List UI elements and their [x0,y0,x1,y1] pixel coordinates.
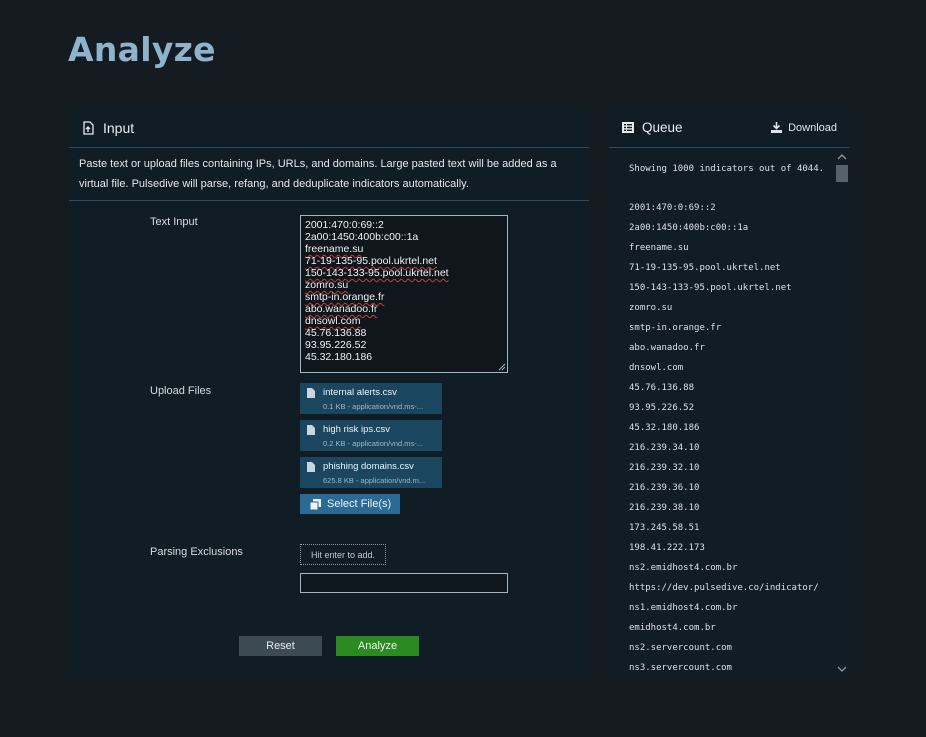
queue-item: 173.245.58.51 [629,523,700,533]
queue-summary: Showing 1000 indicators out of 4044. [629,164,825,174]
file-chip[interactable]: phishing domains.csv 625.8 KB - applicat… [300,457,442,488]
queue-item: 2001:470:0:69::2 [629,203,716,213]
queue-item: 216.239.34.10 [629,443,700,453]
input-description: Paste text or upload files containing IP… [69,148,589,201]
text-input-line: 71-19-135-95.pool.ukrtel.net [305,255,437,267]
queue-item: smtp-in.orange.fr [629,323,722,333]
copy-files-icon [310,498,321,510]
analyze-button[interactable]: Analyze [336,636,419,656]
queue-item: zomro.su [629,303,673,313]
queue-item: 93.95.226.52 [629,403,695,413]
queue-list: Showing 1000 indicators out of 4044. 200… [629,158,829,678]
file-upload-icon [83,120,94,135]
text-input-line: smtp-in.orange.fr [305,291,385,303]
queue-scrollbar[interactable] [834,150,849,676]
queue-item: https://dev.pulsedive.co/indicator/ [629,583,819,593]
queue-panel-header: Queue Download [609,108,849,148]
resize-grip-icon[interactable] [497,362,506,371]
download-button[interactable]: Download [771,122,837,134]
text-input-line: 93.95.226.52 [305,339,367,351]
file-name: internal alerts.csv [323,387,397,398]
text-input-line: freename.su [305,243,364,255]
file-meta: 625.8 KB - application/vnd.m... [323,476,426,485]
input-panel-header: Input [69,108,589,148]
queue-item: ns1.emidhost4.com.br [629,603,738,613]
select-files-label: Select File(s) [327,498,392,510]
queue-item: 216.239.38.10 [629,503,700,513]
file-icon [307,462,315,472]
text-input-line: dnsowl.com [305,315,361,327]
queue-item: emidhost4.com.br [629,623,716,633]
text-input-line: 2001:470:0:69::2 [305,219,384,231]
queue-item: 45.76.136.88 [629,383,695,393]
queue-item: freename.su [629,243,689,253]
exclusion-input[interactable] [300,573,508,593]
file-name: phishing domains.csv [323,461,414,472]
exclusion-tag-hint[interactable]: Hit enter to add. [300,544,386,565]
queue-panel: Queue Download Showing 1000 indicators o… [609,108,849,678]
queue-panel-title: Queue [642,120,683,135]
input-panel-title: Input [103,119,135,136]
page-title: Analyze [68,30,216,69]
file-chip[interactable]: internal alerts.csv 0.1 KB - application… [300,383,442,414]
file-icon [307,388,315,398]
queue-item: 216.239.36.10 [629,483,700,493]
queue-item: 150-143-133-95.pool.ukrtel.net [629,283,792,293]
file-name: high risk ips.csv [323,424,391,435]
text-input-area[interactable]: 2001:470:0:69::2 2a00:1450:400b:c00::1a fr… [300,215,508,373]
select-files-button[interactable]: Select File(s) [300,494,400,514]
queue-item: 2a00:1450:400b:c00::1a [629,223,749,233]
download-icon [771,122,783,133]
text-input-label: Text Input [150,216,198,228]
text-input-line: abo.wanadoo.fr [305,303,378,315]
queue-item: abo.wanadoo.fr [629,343,705,353]
chevron-down-icon[interactable] [837,665,847,673]
text-input-line: 45.76.136.88 [305,327,367,339]
input-panel: Input Paste text or upload files contain… [69,108,589,678]
queue-item: ns2.emidhost4.com.br [629,563,738,573]
queue-item: 45.32.180.186 [629,423,700,433]
parsing-exclusions-label: Parsing Exclusions [150,546,243,558]
file-meta: 0.1 KB - application/vnd.ms-... [323,402,424,411]
reset-button[interactable]: Reset [239,636,322,656]
file-meta: 0.2 KB - application/vnd.ms-... [323,439,424,448]
queue-item: 71-19-135-95.pool.ukrtel.net [629,263,781,273]
download-label: Download [788,121,837,134]
text-input-line: 150-143-133-95.pool.ukrtel.net [305,267,449,279]
queue-item: ns3.servercount.com [629,663,732,673]
file-chip[interactable]: high risk ips.csv 0.2 KB - application/v… [300,420,442,451]
chevron-up-icon[interactable] [837,153,847,161]
queue-item: dnsowl.com [629,363,684,373]
text-input-line: 45.32.180.186 [305,351,373,363]
text-input-line: zomro.su [305,279,349,291]
queue-item: ns2.servercount.com [629,643,732,653]
file-icon [307,425,315,435]
upload-files-label: Upload Files [150,385,212,397]
queue-item: 198.41.222.173 [629,543,705,553]
list-icon [622,122,634,133]
text-input-line: 2a00:1450:400b:c00::1a [305,231,419,243]
queue-item: 216.239.32.10 [629,463,700,473]
scroll-thumb[interactable] [836,165,848,182]
